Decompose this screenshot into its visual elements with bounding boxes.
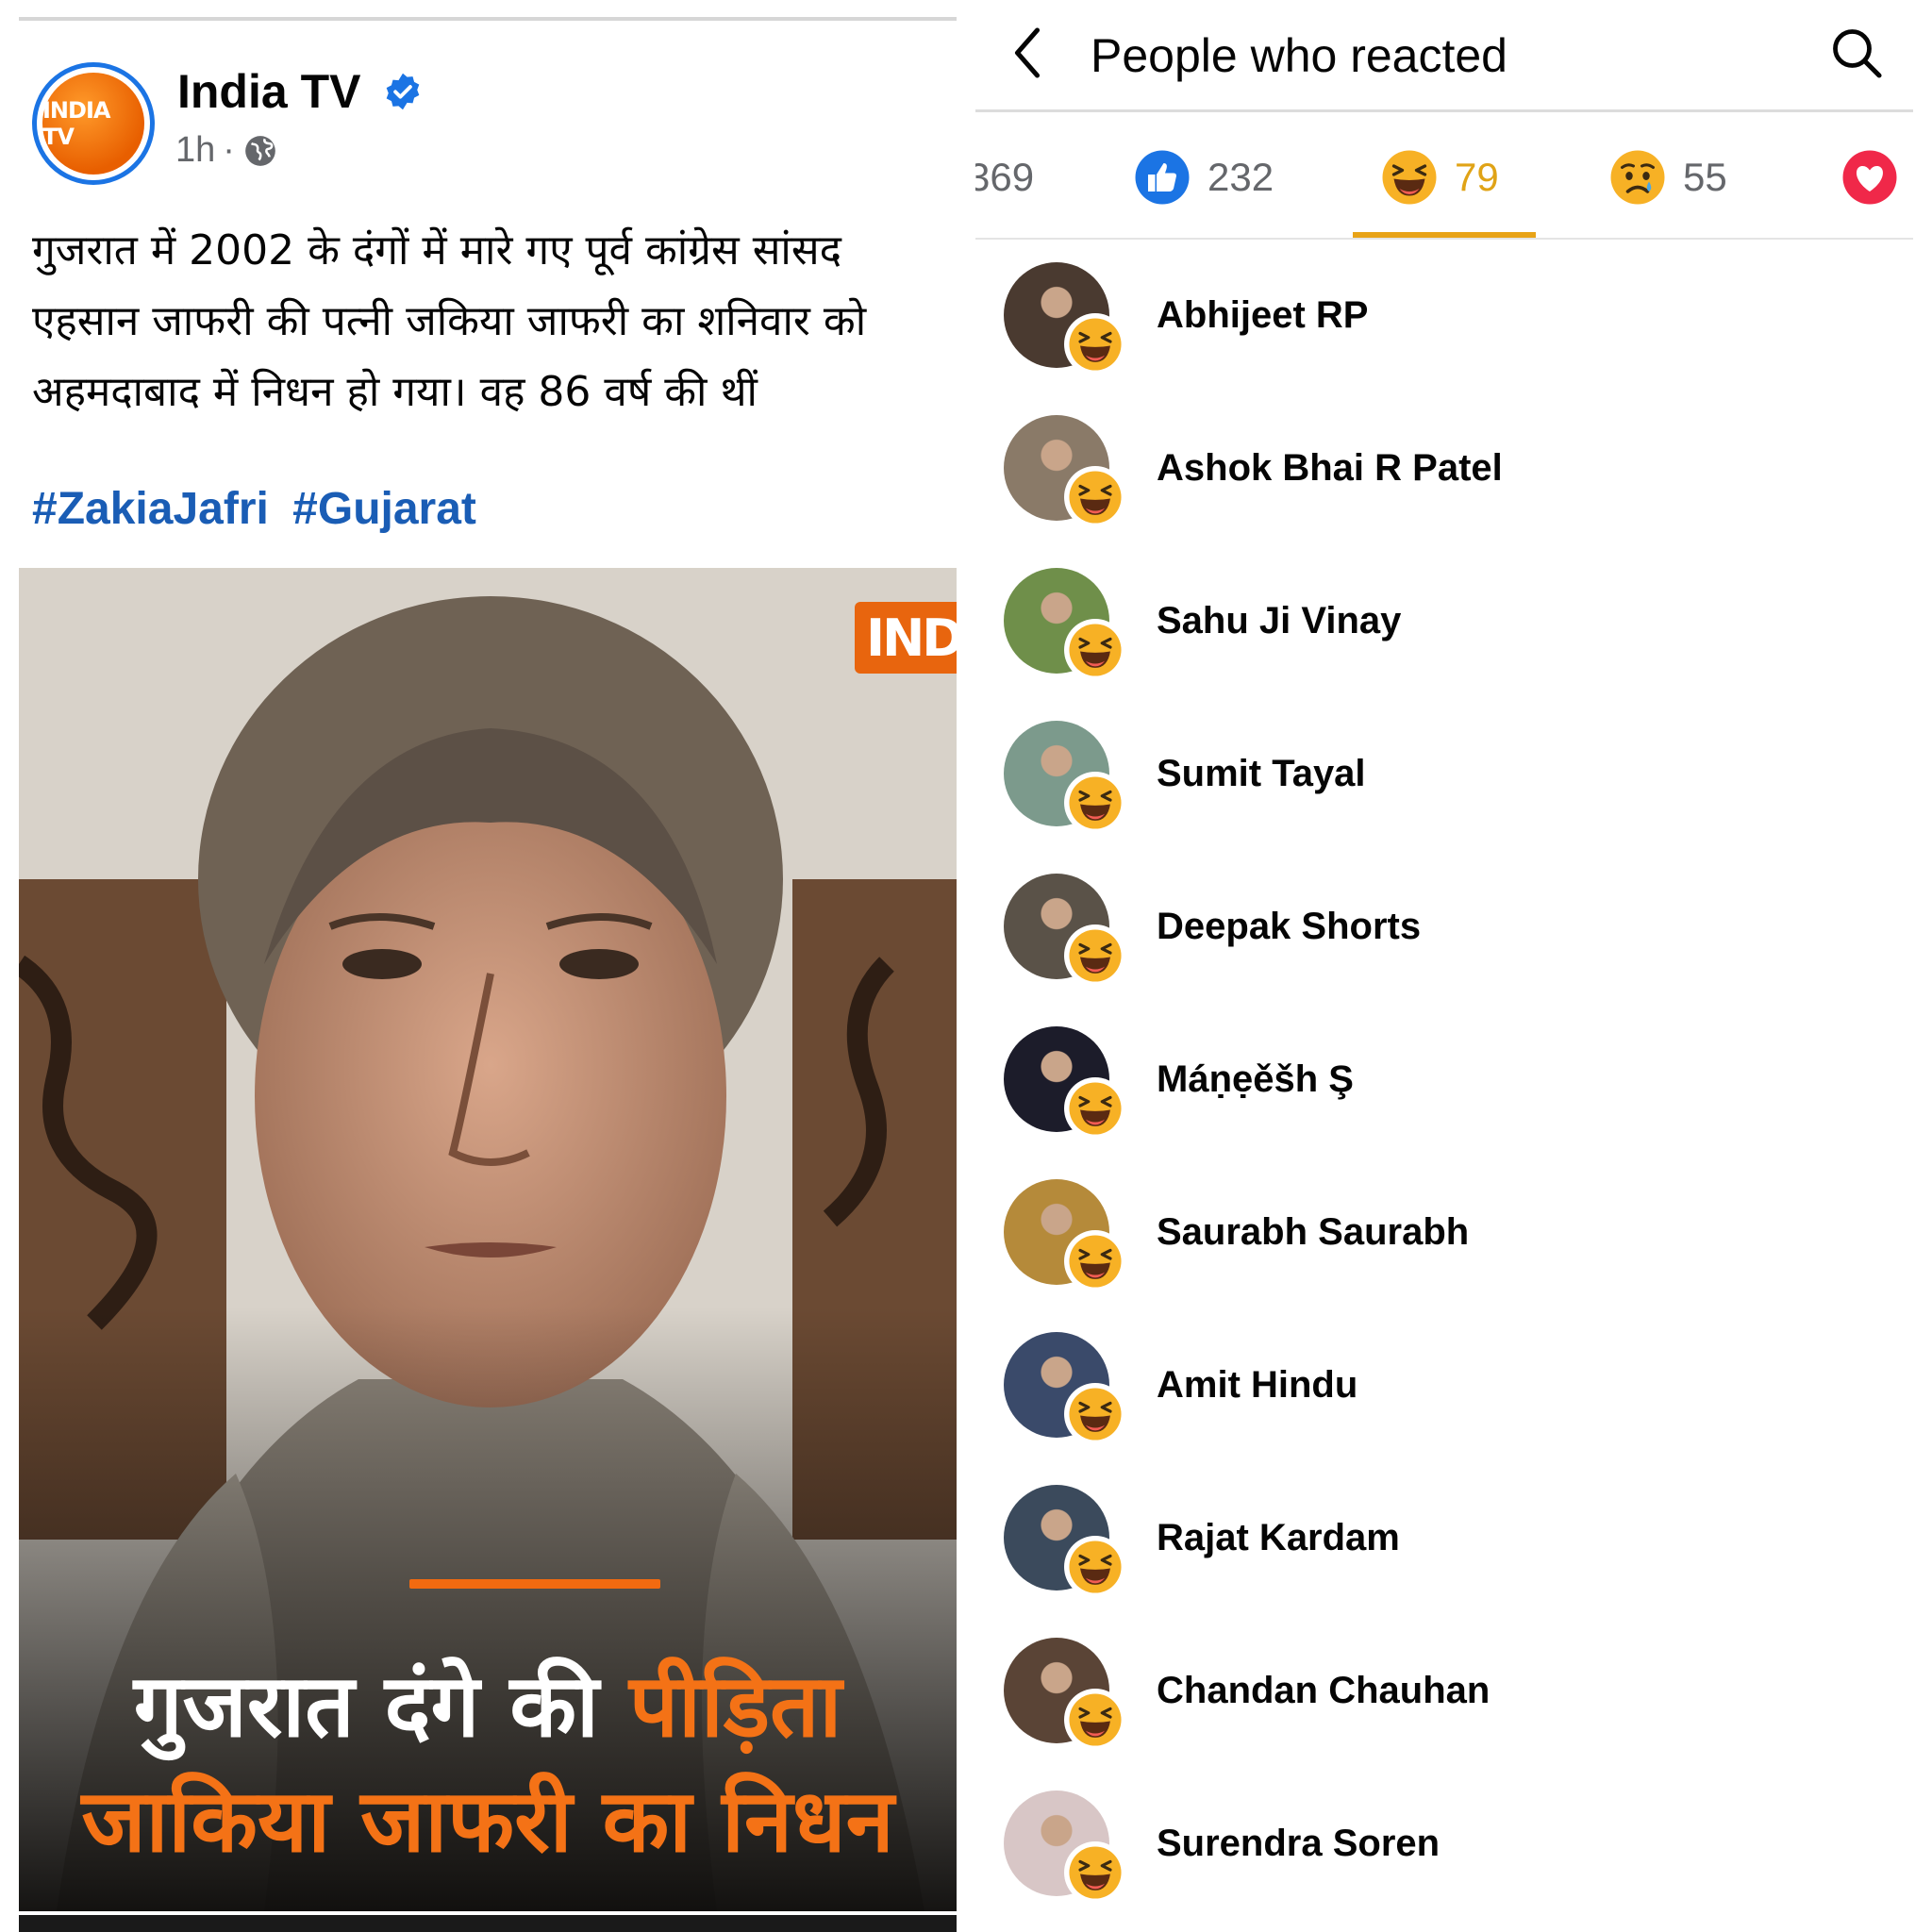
- reactor-name[interactable]: Amit Hindu: [1157, 1364, 1357, 1407]
- page-name[interactable]: India TV: [177, 64, 360, 119]
- reactor-row[interactable]: Chandan Chauhan: [975, 1638, 1932, 1790]
- reactor-row[interactable]: Saurabh Saurabh: [975, 1179, 1932, 1332]
- reactions-panel: People who reacted 369 232 79 55 Abhijee…: [975, 0, 1932, 1932]
- tab-count: 79: [1455, 155, 1499, 199]
- haha-icon: [1064, 1383, 1126, 1445]
- reaction-tabs: 369 232 79 55: [975, 123, 1932, 236]
- back-arrow-icon[interactable]: [1004, 25, 1051, 81]
- reactor-name[interactable]: Saurabh Saurabh: [1157, 1211, 1469, 1254]
- reactor-name[interactable]: Chandan Chauhan: [1157, 1670, 1490, 1712]
- hashtag-link[interactable]: #Gujarat: [292, 484, 476, 534]
- tab-count: 55: [1683, 155, 1727, 199]
- post-text-line: एहसान जाफरी की पत्नी जकिया जाफरी का शनिव…: [32, 297, 867, 345]
- reactor-name[interactable]: Rajat Kardam: [1157, 1517, 1400, 1559]
- reactor-row[interactable]: Sumit Tayal: [975, 721, 1932, 874]
- reactor-row[interactable]: Surendra Soren: [975, 1790, 1932, 1932]
- haha-icon: [1064, 313, 1126, 375]
- tab-like[interactable]: 232: [1134, 123, 1274, 232]
- reactor-name[interactable]: Sumit Tayal: [1157, 753, 1366, 795]
- headline-orange-text: पीड़िता: [628, 1656, 842, 1757]
- haha-icon: [1064, 466, 1126, 528]
- post-card: INDIA TV India TV 1h · गुजरात में 2002 क…: [19, 0, 957, 1932]
- tab-all[interactable]: 369: [975, 123, 1034, 232]
- haha-icon: [1382, 150, 1437, 205]
- verified-badge-icon: [386, 73, 420, 110]
- india-tv-logo: INDIA TV: [42, 73, 144, 175]
- tab-count: 369: [975, 155, 1035, 199]
- reactor-name[interactable]: Máṇẹěšh Ş: [1157, 1058, 1354, 1101]
- post-text-line: गुजरात में 2002 के दंगों में मारे गए पूर…: [32, 226, 841, 275]
- divider: [19, 17, 957, 21]
- reactor-name[interactable]: Deepak Shorts: [1157, 906, 1421, 948]
- haha-icon: [1064, 1230, 1126, 1292]
- reactor-row[interactable]: Sahu Ji Vinay: [975, 568, 1932, 721]
- page-title: People who reacted: [1091, 29, 1507, 82]
- like-icon: [1135, 150, 1190, 205]
- haha-icon: [1064, 619, 1126, 681]
- watermark-text: IND: [866, 608, 957, 668]
- image-headline-line1: गुजरात दंगे की पीड़िता: [19, 1643, 957, 1761]
- reactor-name[interactable]: Sahu Ji Vinay: [1157, 600, 1401, 642]
- avatar-logo-text: INDIA TV: [42, 97, 110, 150]
- tab-haha[interactable]: 79: [1381, 123, 1499, 232]
- post-text-line: अहमदाबाद में निधन हो गया। वह 86 वर्ष की …: [32, 368, 758, 416]
- haha-icon: [1064, 1536, 1126, 1598]
- reactor-row[interactable]: Ashok Bhai R Patel: [975, 415, 1932, 568]
- reactor-row[interactable]: Deepak Shorts: [975, 874, 1932, 1026]
- reactor-row[interactable]: Amit Hindu: [975, 1332, 1932, 1485]
- reactor-name[interactable]: Surendra Soren: [1157, 1823, 1440, 1865]
- meta-separator: ·: [223, 130, 235, 170]
- hashtags: #ZakiaJafri #Gujarat: [32, 483, 476, 535]
- post-text: गुजरात में 2002 के दंगों में मारे गए पूर…: [32, 215, 957, 427]
- search-icon[interactable]: [1828, 25, 1885, 81]
- tab-love[interactable]: [1841, 123, 1915, 232]
- hashtag-link[interactable]: #ZakiaJafri: [32, 484, 269, 534]
- post-time[interactable]: 1h: [175, 130, 215, 171]
- reactor-row[interactable]: Rajat Kardam: [975, 1485, 1932, 1638]
- globe-icon: [245, 135, 275, 166]
- haha-icon: [1064, 1841, 1126, 1904]
- reactor-row[interactable]: Máṇẹěšh Ş: [975, 1026, 1932, 1179]
- haha-icon: [1064, 924, 1126, 987]
- post-meta: 1h ·: [175, 130, 278, 171]
- love-icon: [1842, 150, 1897, 205]
- accent-bar: [409, 1579, 660, 1589]
- haha-icon: [1064, 772, 1126, 834]
- page-avatar[interactable]: INDIA TV: [32, 62, 155, 185]
- reactor-row[interactable]: Abhijeet RP: [975, 262, 1932, 415]
- tabs-divider: [975, 238, 1913, 240]
- post-image[interactable]: IND गुजरात दंगे की पीड़िता जाकिया जाफरी …: [19, 568, 957, 1911]
- sad-icon: [1610, 150, 1665, 205]
- reactor-name[interactable]: Abhijeet RP: [1157, 294, 1368, 337]
- haha-icon: [1064, 1077, 1126, 1140]
- reactor-name[interactable]: Ashok Bhai R Patel: [1157, 447, 1503, 490]
- headline-white-text: गुजरात दंगे की: [133, 1656, 599, 1757]
- image-headline-line2: जाकिया जाफरी का निधन: [81, 1771, 894, 1872]
- next-media-strip: [19, 1915, 957, 1932]
- reactor-list: Abhijeet RP Ashok Bhai R Patel Sahu Ji Vin…: [975, 262, 1932, 1932]
- haha-icon: [1064, 1689, 1126, 1751]
- header-divider: [975, 109, 1913, 112]
- tab-count: 232: [1208, 155, 1274, 199]
- channel-watermark: IND: [855, 602, 957, 674]
- tab-sad[interactable]: 55: [1609, 123, 1727, 232]
